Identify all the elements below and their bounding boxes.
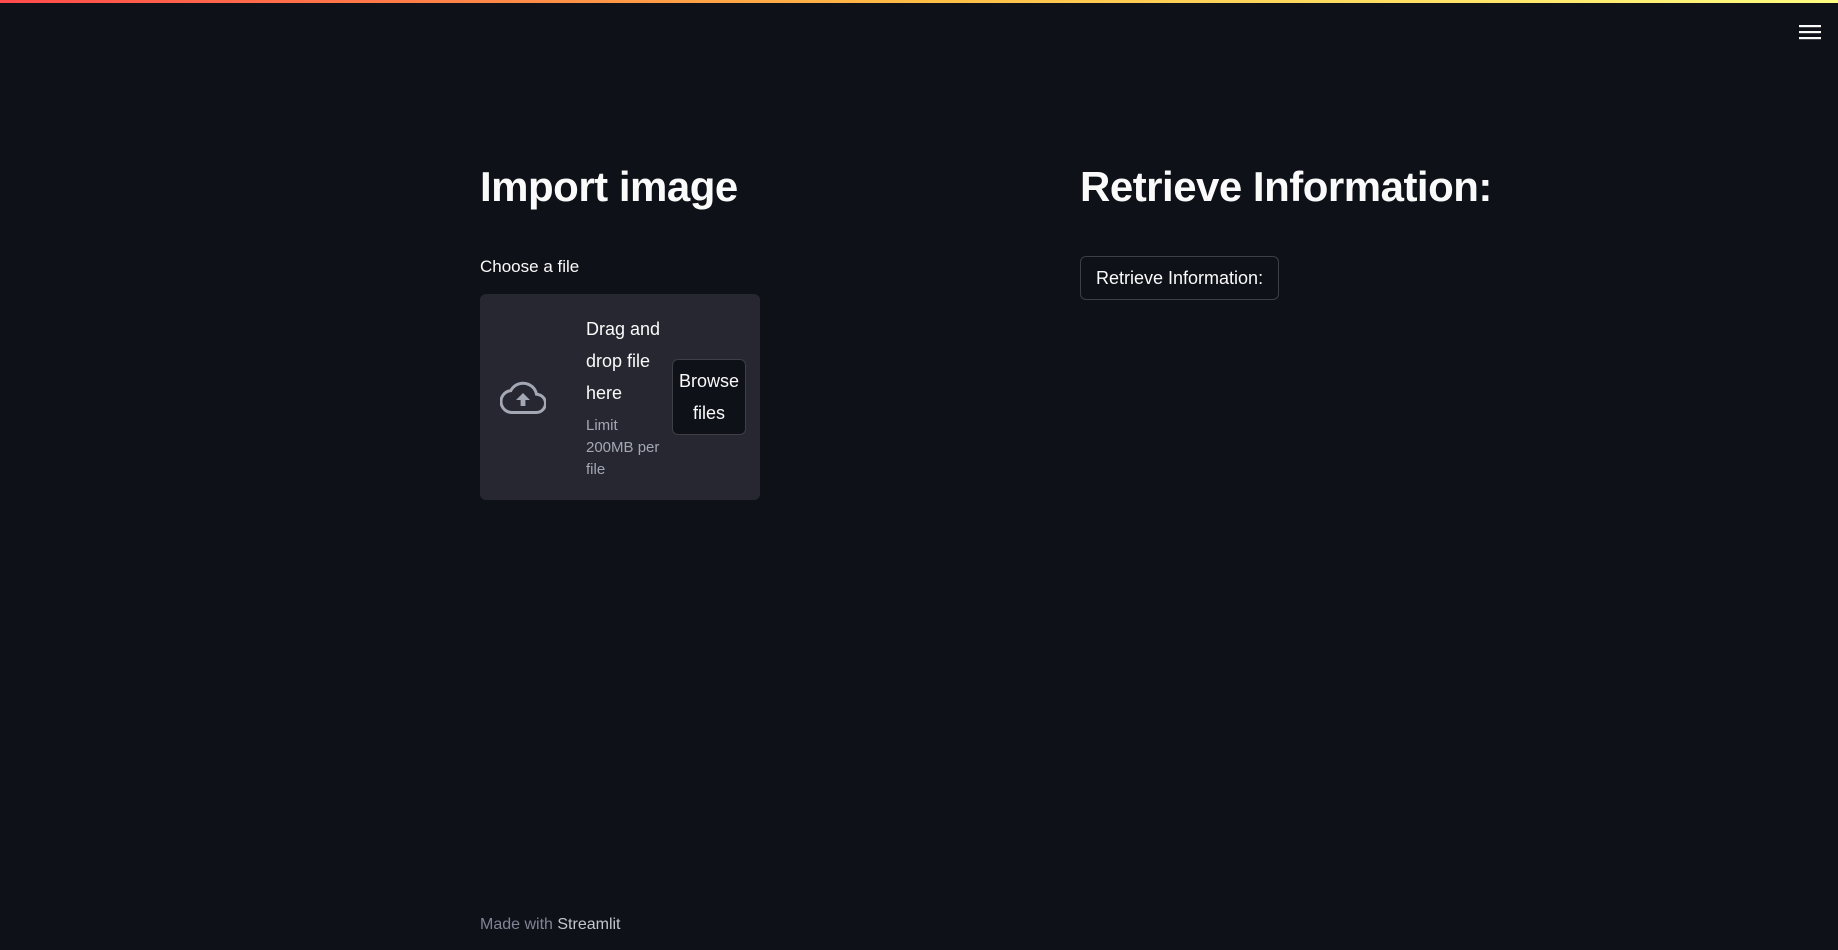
file-size-limit: Limit 200MB per file xyxy=(586,417,660,478)
retrieve-title: Retrieve Information: xyxy=(1080,163,1492,210)
retrieve-column: Retrieve Information: Retrieve Informati… xyxy=(1080,160,1510,300)
streamlit-link[interactable]: Streamlit xyxy=(557,916,620,933)
retrieve-information-button[interactable]: Retrieve Information: xyxy=(1080,256,1280,300)
hamburger-menu-icon xyxy=(1799,25,1821,40)
top-decoration-bar xyxy=(0,0,1838,3)
main-menu-button[interactable] xyxy=(1796,18,1824,46)
file-dropzone[interactable]: Drag and drop file here Limit 200MB per … xyxy=(480,294,760,500)
footer: Made with Streamlit xyxy=(480,916,621,934)
dropzone-instructions: Drag and drop file here Limit 200MB per … xyxy=(586,313,666,481)
cloud-upload-icon xyxy=(500,374,546,420)
import-title: Import image xyxy=(480,163,738,210)
import-column: Import image Choose a file Drag and drop… xyxy=(480,160,910,500)
footer-prefix: Made with xyxy=(480,916,553,933)
file-uploader-label: Choose a file xyxy=(480,257,580,276)
dropzone-text: Drag and drop file here xyxy=(586,319,661,403)
browse-files-button[interactable]: Browse files xyxy=(672,359,747,435)
